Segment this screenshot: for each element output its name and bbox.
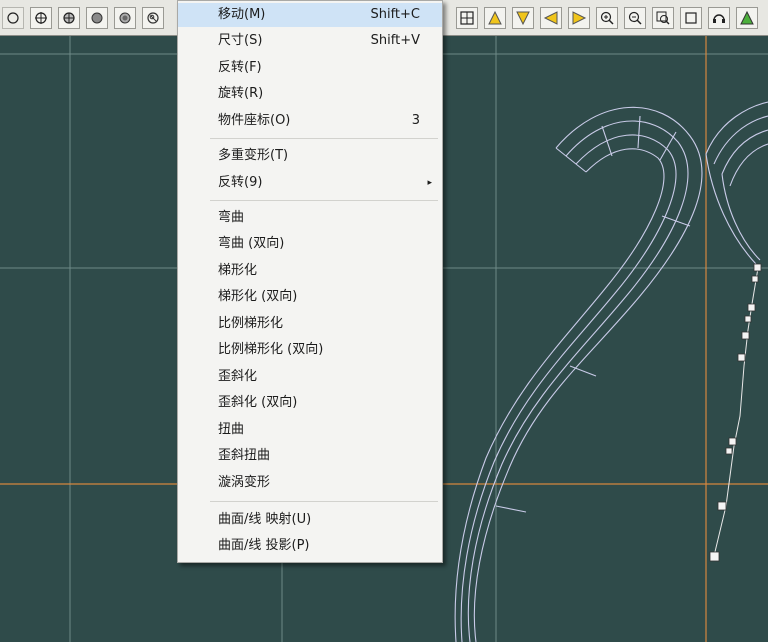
triangle-right-icon[interactable] xyxy=(568,7,590,29)
menu-item-label: 多重变形(T) xyxy=(218,148,289,163)
menu-item-label: 梯形化 (双向) xyxy=(218,289,298,304)
menu-item-label: 反转(F) xyxy=(218,60,262,75)
proportional-taper-menu-item[interactable]: 比例梯形化 xyxy=(178,312,442,336)
transform-context-menu: 移动(M) Shift+C 尺寸(S) Shift+V 反转(F) 旋转(R) 物件座标(O… xyxy=(177,0,443,563)
menu-item-label: 比例梯形化 (双向) xyxy=(218,342,324,357)
submenu-arrow-icon: ▸ xyxy=(427,178,432,188)
triangle-left-icon[interactable] xyxy=(540,7,562,29)
menu-item-label: 弯曲 xyxy=(218,210,245,225)
circle-outline-icon[interactable] xyxy=(2,7,24,29)
triangle-green-icon[interactable] xyxy=(736,7,758,29)
rotate-camera-icon[interactable] xyxy=(708,7,730,29)
zoom-out-icon[interactable] xyxy=(624,7,646,29)
triangle-up-icon[interactable] xyxy=(484,7,506,29)
shaded-circle-icon[interactable] xyxy=(114,7,136,29)
bend-menu-item[interactable]: 弯曲 xyxy=(178,206,442,230)
shear-menu-item[interactable]: 歪斜化 xyxy=(178,365,442,389)
twist-menu-item[interactable]: 扭曲 xyxy=(178,418,442,442)
menu-item-label: 尺寸(S) xyxy=(218,33,263,48)
menu-item-label: 梯形化 xyxy=(218,263,258,278)
rotate-menu-item[interactable]: 旋转(R) xyxy=(178,82,442,106)
menu-item-label: 歪斜化 xyxy=(218,369,258,384)
menu-item-shortcut: Shift+V xyxy=(370,33,420,48)
crosshair-target-icon[interactable] xyxy=(30,7,52,29)
square-icon[interactable] xyxy=(680,7,702,29)
menu-item-label: 曲面/线 投影(P) xyxy=(218,538,310,553)
menu-item-label: 比例梯形化 xyxy=(218,316,284,331)
multi-transform-menu-item[interactable]: 多重变形(T) xyxy=(178,144,442,168)
menu-item-label: 歪斜化 (双向) xyxy=(218,395,298,410)
surface-curve-map-menu-item[interactable]: 曲面/线 映射(U) xyxy=(178,508,442,532)
filled-circle-icon[interactable] xyxy=(86,7,108,29)
proportional-taper-bidirectional-menu-item[interactable]: 比例梯形化 (双向) xyxy=(178,338,442,362)
surface-curve-project-menu-item[interactable]: 曲面/线 投影(P) xyxy=(178,534,442,558)
menu-separator xyxy=(210,200,438,201)
move-menu-item[interactable]: 移动(M) Shift+C xyxy=(178,3,442,27)
menu-item-label: 曲面/线 映射(U) xyxy=(218,512,312,527)
menu-item-label: 反转(9) xyxy=(218,175,263,190)
triangle-down-icon[interactable] xyxy=(512,7,534,29)
bend-bidirectional-menu-item[interactable]: 弯曲 (双向) xyxy=(178,232,442,256)
menu-item-label: 漩涡变形 xyxy=(218,475,271,490)
taper-menu-item[interactable]: 梯形化 xyxy=(178,259,442,283)
grid-circle-icon[interactable] xyxy=(58,7,80,29)
control-points[interactable] xyxy=(709,263,762,562)
menu-item-label: 物件座标(O) xyxy=(218,113,291,128)
shear-bidirectional-menu-item[interactable]: 歪斜化 (双向) xyxy=(178,391,442,415)
grid-view-icon[interactable] xyxy=(456,7,478,29)
rotate-view-icon[interactable] xyxy=(142,7,164,29)
menu-item-label: 弯曲 (双向) xyxy=(218,236,285,251)
reverse-submenu-item[interactable]: 反转(9) ▸ xyxy=(178,171,442,195)
object-coordinates-menu-item[interactable]: 物件座标(O) 3 xyxy=(178,109,442,133)
swirl-menu-item[interactable]: 漩涡变形 xyxy=(178,471,442,495)
zoom-in-icon[interactable] xyxy=(596,7,618,29)
taper-bidirectional-menu-item[interactable]: 梯形化 (双向) xyxy=(178,285,442,309)
menu-item-label: 移动(M) xyxy=(218,7,266,22)
curve-object xyxy=(454,101,768,642)
shear-twist-menu-item[interactable]: 歪斜扭曲 xyxy=(178,444,442,468)
menu-item-label: 旋转(R) xyxy=(218,86,264,101)
menu-item-shortcut: Shift+C xyxy=(370,7,420,22)
menu-separator xyxy=(210,138,438,139)
mirror-menu-item[interactable]: 反转(F) xyxy=(178,56,442,80)
menu-item-label: 歪斜扭曲 xyxy=(218,448,271,463)
scale-menu-item[interactable]: 尺寸(S) Shift+V xyxy=(178,29,442,53)
app-window: 移动(M) Shift+C 尺寸(S) Shift+V 反转(F) 旋转(R) 物件座标(O… xyxy=(0,0,768,642)
menu-separator xyxy=(210,501,438,502)
menu-item-label: 扭曲 xyxy=(218,422,245,437)
menu-item-shortcut: 3 xyxy=(411,113,420,128)
zoom-window-icon[interactable] xyxy=(652,7,674,29)
